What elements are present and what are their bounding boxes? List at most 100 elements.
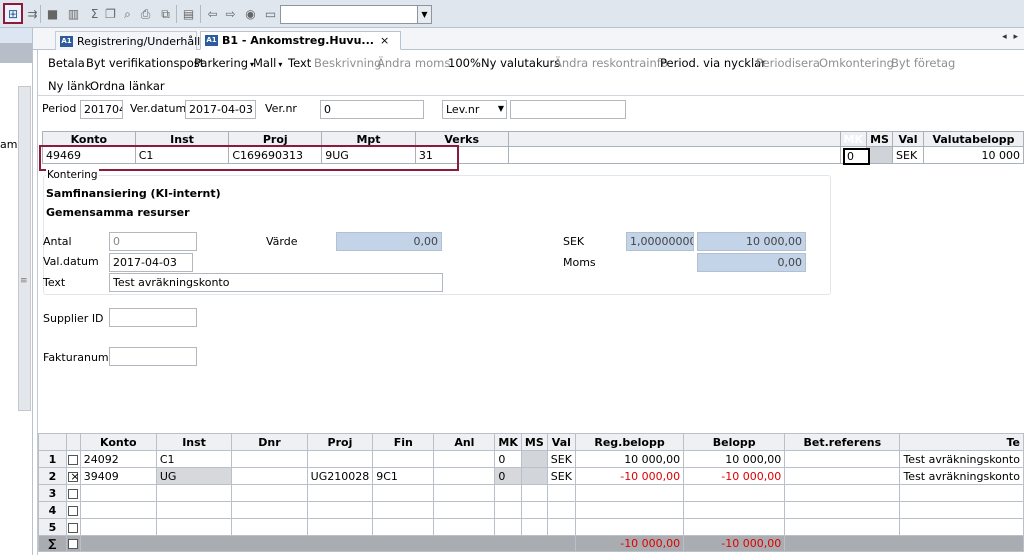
- regbelopp-cell[interactable]: -10 000,00: [574, 467, 685, 485]
- cmd-omkontering[interactable]: Omkontering: [819, 56, 894, 70]
- anl-cell[interactable]: [433, 501, 496, 519]
- cmd-periodisera[interactable]: Periodisera: [756, 56, 820, 70]
- regbelopp-cell[interactable]: [574, 484, 685, 502]
- splitter-grip-icon[interactable]: ≡: [20, 276, 28, 286]
- sum-icon[interactable]: Σ: [86, 5, 103, 22]
- cmd-period-via-nycklar[interactable]: Period. via nycklar: [660, 56, 766, 70]
- cmd-parkering[interactable]: Parkering ▾: [194, 56, 254, 70]
- graph-icon[interactable]: ▤: [180, 5, 197, 22]
- mk-cell[interactable]: [494, 484, 522, 502]
- belopp-cell[interactable]: [683, 484, 786, 502]
- move-icon[interactable]: ⇉: [24, 5, 41, 22]
- toolbar-combobox[interactable]: ▼: [280, 5, 432, 24]
- cmd-betala[interactable]: Betala: [48, 56, 85, 70]
- val-cell[interactable]: SEK: [546, 450, 576, 468]
- text-field[interactable]: Test avräkningskonto: [109, 273, 443, 292]
- konto-cell[interactable]: [79, 484, 157, 502]
- fin-cell[interactable]: [372, 484, 435, 502]
- tab-ankomstreg[interactable]: A1 B1 - Ankomstreg.Huvu... ×: [200, 31, 401, 50]
- cmd-andra-reskontrainfo[interactable]: Ändra reskontrainfo: [554, 56, 668, 70]
- table-row[interactable]: 5: [38, 518, 1024, 536]
- dnr-cell[interactable]: [231, 467, 308, 485]
- cmd-byt-foretag[interactable]: Byt företag: [891, 56, 955, 70]
- row-checkbox[interactable]: [65, 518, 81, 536]
- sum-checkbox[interactable]: [65, 535, 81, 552]
- print-icon[interactable]: ⎙: [137, 5, 154, 22]
- verdatum-field[interactable]: 2017-04-03: [185, 100, 256, 119]
- belopp-cell[interactable]: -10 000,00: [683, 467, 786, 485]
- anl-cell[interactable]: [433, 484, 496, 502]
- checkbox-icon[interactable]: [68, 539, 79, 549]
- sidebar-scrollbar[interactable]: [18, 86, 31, 411]
- cmd-text[interactable]: Text: [288, 56, 311, 70]
- table-row[interactable]: 4: [38, 501, 1024, 519]
- mk-cell[interactable]: [494, 501, 522, 519]
- regbelopp-cell[interactable]: 10 000,00: [574, 450, 685, 468]
- supplier-id-field[interactable]: [109, 308, 197, 327]
- lev-name-field[interactable]: [510, 100, 626, 119]
- tab-scroll-arrows-icon[interactable]: ◂ ▸: [1002, 32, 1020, 42]
- cmd-beskrivning[interactable]: Beskrivning: [314, 56, 381, 70]
- proj-cell[interactable]: [306, 484, 374, 502]
- row-checkbox[interactable]: [65, 484, 81, 502]
- proj-cell[interactable]: [306, 518, 374, 536]
- belopp-cell[interactable]: 10 000,00: [683, 450, 786, 468]
- levnr-select[interactable]: Lev.nr ▼: [442, 100, 507, 119]
- mk-cell[interactable]: [494, 518, 522, 536]
- betref-cell[interactable]: [784, 518, 901, 536]
- dnr-cell[interactable]: [231, 450, 308, 468]
- mk-cell[interactable]: 0: [843, 148, 870, 165]
- close-icon[interactable]: ×: [380, 34, 389, 47]
- table-row[interactable]: 3: [38, 484, 1024, 502]
- fin-cell[interactable]: [372, 518, 435, 536]
- document-icon[interactable]: ▭: [262, 5, 279, 22]
- text-cell[interactable]: [899, 501, 1024, 519]
- betref-cell[interactable]: [784, 467, 901, 485]
- fakturanummer-field[interactable]: [109, 347, 197, 366]
- row-checkbox[interactable]: [65, 501, 81, 519]
- chart-icon[interactable]: ▥: [65, 5, 82, 22]
- valdatum-field[interactable]: 2017-04-03: [109, 253, 193, 272]
- regbelopp-cell[interactable]: [574, 518, 685, 536]
- fin-cell[interactable]: 9C1: [372, 467, 435, 485]
- stop-icon[interactable]: ■: [44, 5, 61, 22]
- konto-cell[interactable]: [79, 501, 157, 519]
- table-row[interactable]: 2 39409 UG UG210028 9C1 0 SEK -10 000,00…: [38, 467, 1024, 485]
- betref-cell[interactable]: [784, 484, 901, 502]
- checkbox-icon[interactable]: [68, 505, 79, 516]
- inst-cell[interactable]: UG: [155, 467, 233, 485]
- row-checkbox[interactable]: [65, 450, 81, 468]
- val-cell[interactable]: SEK: [546, 467, 576, 485]
- dnr-cell[interactable]: [231, 518, 308, 536]
- konto-cell[interactable]: 39409: [79, 467, 157, 485]
- cmd-mall[interactable]: Mall ▾: [253, 56, 282, 70]
- val-cell[interactable]: [546, 484, 576, 502]
- refresh-icon[interactable]: ◉: [242, 5, 259, 22]
- konto-cell[interactable]: 24092: [79, 450, 157, 468]
- search-icon[interactable]: ⌕: [119, 5, 136, 22]
- fin-cell[interactable]: [372, 501, 435, 519]
- vernr-field[interactable]: 0: [320, 100, 424, 119]
- forward-icon[interactable]: ⇨: [222, 5, 239, 22]
- proj-cell[interactable]: [306, 501, 374, 519]
- cmd-byt-verifikationspost[interactable]: Byt verifikationspost: [86, 56, 204, 70]
- cmd-100-percent[interactable]: 100%: [448, 56, 481, 70]
- val-cell[interactable]: [546, 501, 576, 519]
- link-icon[interactable]: ⧉: [157, 5, 174, 22]
- row-checkbox[interactable]: [65, 467, 81, 485]
- belopp-cell[interactable]: [683, 501, 786, 519]
- inst-cell[interactable]: [155, 484, 233, 502]
- sidebar-selected-item[interactable]: [0, 43, 32, 63]
- konto-cell[interactable]: [79, 518, 157, 536]
- text-cell[interactable]: Test avräkningskonto: [899, 450, 1024, 468]
- proj-cell[interactable]: [306, 450, 374, 468]
- checkbox-icon[interactable]: [68, 522, 79, 533]
- proj-cell[interactable]: UG210028: [306, 467, 374, 485]
- cmd-ordna-lankar[interactable]: Ordna länkar: [90, 79, 165, 93]
- inst-cell[interactable]: [155, 518, 233, 536]
- inst-cell[interactable]: [155, 501, 233, 519]
- cmd-ny-lank[interactable]: Ny länk: [48, 79, 91, 93]
- text-cell[interactable]: [899, 484, 1024, 502]
- dnr-cell[interactable]: [231, 484, 308, 502]
- cmd-ny-valutakurs[interactable]: Ny valutakurs: [481, 56, 560, 70]
